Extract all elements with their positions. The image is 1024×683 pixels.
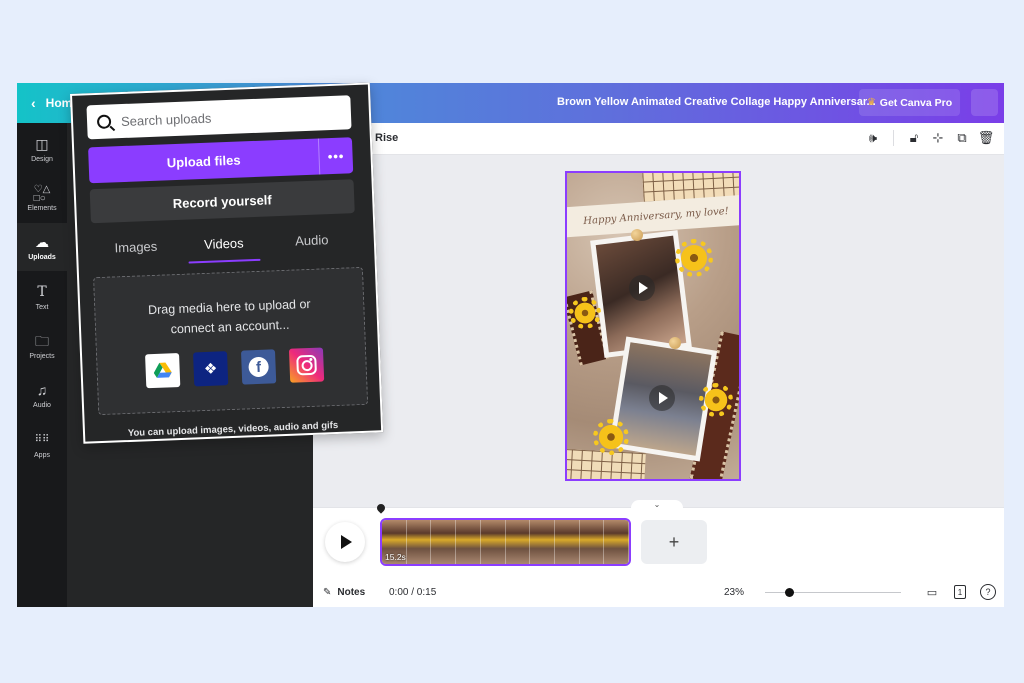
- playhead-handle[interactable]: [375, 502, 387, 514]
- sidebar-item-label: Projects: [29, 352, 55, 360]
- timeline-clip[interactable]: 15.2s: [380, 518, 631, 566]
- dropbox-icon: ❖: [203, 360, 218, 379]
- get-canva-pro-label: Get Canva Pro: [879, 96, 953, 109]
- layout-icon: ◫: [35, 135, 49, 152]
- shapes-icon: ♡△ □○: [33, 183, 51, 204]
- notes-button[interactable]: ✎ Notes: [323, 587, 365, 598]
- clip-thumbnail: [530, 520, 555, 564]
- clip-duration: 15.2s: [385, 552, 406, 562]
- trash-icon[interactable]: 🗑︎: [978, 129, 995, 147]
- upload-tabs: Images Videos Audio: [91, 223, 356, 265]
- tab-videos[interactable]: Videos: [179, 227, 268, 262]
- sunflower-icon: [593, 419, 629, 455]
- sidebar-rail: ◫ Design ♡△ □○ Elements ☁ Uploads T Text …: [17, 123, 67, 607]
- design-page[interactable]: Happy Anniversary, my love!: [565, 171, 741, 481]
- google-drive-button[interactable]: [145, 353, 181, 389]
- grid-view-icon[interactable]: ▭: [924, 584, 940, 600]
- help-button[interactable]: ?: [980, 584, 996, 600]
- add-page-icon[interactable]: ⊹: [930, 129, 946, 147]
- tab-images[interactable]: Images: [91, 230, 180, 265]
- chevron-left-icon: ‹: [31, 95, 36, 111]
- unlock-icon[interactable]: 🔓︎: [906, 129, 922, 147]
- sunflower-icon: [675, 239, 713, 277]
- zoom-slider-handle[interactable]: [785, 588, 795, 597]
- sidebar-item-audio[interactable]: ♫ Audio: [17, 371, 67, 419]
- time-display: 0:00 / 0:15: [389, 587, 437, 598]
- sidebar-item-projects[interactable]: 🗀 Projects: [17, 322, 67, 370]
- clip-thumbnail: [480, 520, 506, 564]
- editor-toolbar: Rise 🕪 🔓︎ ⊹ ⧉ 🗑︎: [313, 123, 1004, 155]
- sidebar-item-uploads[interactable]: ☁ Uploads: [17, 223, 67, 271]
- sidebar-item-label: Elements: [27, 204, 57, 212]
- duplicate-icon[interactable]: ⧉: [954, 129, 970, 147]
- timeline: ⌄ 15.2s +: [313, 500, 1004, 579]
- upload-files-button-group: Upload files •••: [88, 137, 354, 184]
- search-icon: [96, 114, 112, 129]
- clip-thumbnail: [505, 520, 531, 564]
- sidebar-item-elements[interactable]: ♡△ □○ Elements: [17, 174, 67, 222]
- sunflower-icon: [699, 383, 733, 417]
- grid-icon: ⠿⠿: [34, 433, 50, 445]
- instagram-icon: [296, 354, 317, 376]
- sidebar-item-label: Text: [35, 303, 49, 311]
- timeline-collapse-button[interactable]: ⌄: [631, 500, 683, 510]
- notes-label: Notes: [337, 587, 366, 598]
- video-play-icon[interactable]: [629, 275, 655, 301]
- search-input[interactable]: [120, 105, 322, 129]
- instagram-button[interactable]: [288, 347, 325, 383]
- design-title[interactable]: Brown Yellow Animated Creative Collage H…: [557, 96, 876, 108]
- upload-dropzone[interactable]: Drag media here to upload or connect an …: [93, 266, 369, 416]
- clip-thumbnail: [431, 520, 457, 564]
- sidebar-item-apps[interactable]: ⠿⠿ Apps: [17, 421, 67, 469]
- banner-text: Happy Anniversary, my love!: [582, 205, 730, 227]
- toolbar-divider: [893, 130, 894, 146]
- sidebar-item-text[interactable]: T Text: [17, 273, 67, 321]
- clip-thumbnail: [554, 520, 580, 564]
- add-page-button[interactable]: +: [641, 520, 707, 564]
- upload-files-button[interactable]: Upload files: [88, 139, 319, 184]
- more-options-button[interactable]: •••: [317, 137, 354, 175]
- dropbox-button[interactable]: ❖: [193, 351, 229, 387]
- google-drive-icon: [153, 362, 172, 378]
- uploads-panel: Upload files ••• Record yourself Images …: [70, 82, 384, 444]
- music-note-icon: ♫: [36, 381, 48, 398]
- folder-icon: 🗀: [35, 332, 49, 349]
- sidebar-item-design[interactable]: ◫ Design: [17, 125, 67, 173]
- dropzone-message: Drag media here to upload or connect an …: [147, 296, 311, 337]
- get-canva-pro-button[interactable]: ♛ Get Canva Pro: [859, 89, 960, 116]
- page-count-button[interactable]: 1: [954, 585, 966, 599]
- video-play-icon[interactable]: [649, 385, 675, 411]
- sidebar-item-label: Design: [31, 155, 53, 163]
- facebook-button[interactable]: f: [240, 349, 277, 385]
- record-yourself-button[interactable]: Record yourself: [89, 179, 355, 224]
- play-button[interactable]: [325, 522, 365, 562]
- canvas-area: Happy Anniversary, my love!: [313, 155, 994, 497]
- zoom-percent[interactable]: 23%: [724, 587, 744, 598]
- search-box[interactable]: [86, 95, 352, 140]
- clip-thumbnail: [604, 520, 629, 564]
- plus-icon: +: [668, 531, 680, 552]
- sidebar-item-label: Audio: [33, 401, 51, 409]
- cloud-upload-icon: ☁: [35, 233, 49, 250]
- animation-label: Rise: [375, 132, 399, 144]
- pin-icon: [631, 229, 643, 241]
- text-icon: T: [37, 283, 47, 300]
- chevron-down-icon: ⌄: [653, 500, 661, 509]
- pin-icon: [669, 337, 681, 349]
- sidebar-item-label: Uploads: [28, 253, 56, 261]
- zoom-slider[interactable]: [765, 588, 901, 597]
- notes-icon: ✎: [323, 587, 332, 598]
- sunflower-icon: [569, 297, 601, 329]
- clip-thumbnail: [406, 520, 432, 564]
- clip-thumbnail: [456, 520, 481, 564]
- bottom-bar: ✎ Notes 0:00 / 0:15 23% ▭ 1 ?: [313, 579, 1004, 607]
- crown-icon: ♛: [866, 97, 876, 108]
- clip-thumbnail: [579, 520, 605, 564]
- facebook-icon: f: [248, 356, 269, 378]
- volume-icon[interactable]: 🕪: [865, 129, 881, 147]
- share-button[interactable]: [971, 89, 998, 116]
- sidebar-item-label: Apps: [34, 451, 50, 459]
- tab-audio[interactable]: Audio: [267, 223, 356, 258]
